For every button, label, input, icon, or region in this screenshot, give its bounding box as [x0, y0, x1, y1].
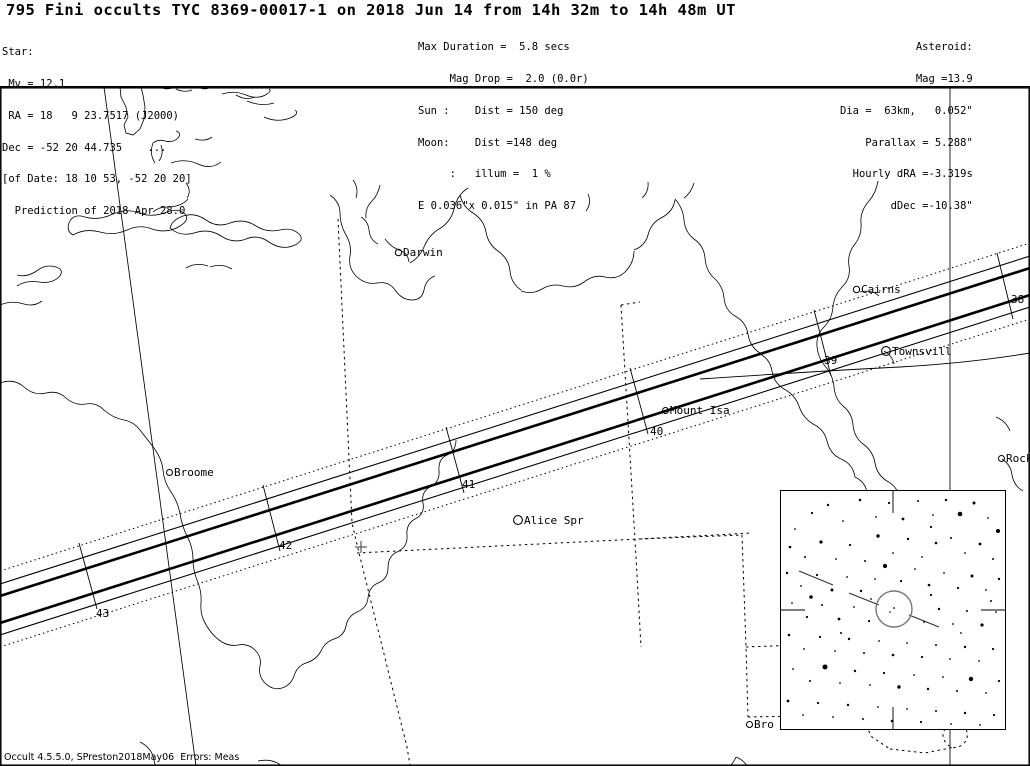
city-name: Darwin [403, 246, 443, 259]
city-name: Mount Isa [670, 404, 730, 417]
max-duration: Max Duration = 5.8 secs [418, 41, 570, 54]
occultation-prediction-page: 795 Fini occults TYC 8369-00017-1 on 201… [0, 0, 1030, 766]
city-rockhampton: Rock [997, 453, 1030, 464]
city-dot-icon [998, 455, 1005, 462]
time-mark-43: 43 [96, 607, 110, 620]
page-title: 795 Fini occults TYC 8369-00017-1 on 201… [6, 1, 736, 19]
coastline-indonesia [0, 87, 302, 306]
city-name: Rock [1006, 452, 1030, 465]
city-broome: Broome [165, 467, 214, 478]
city-dot-icon [513, 515, 523, 525]
asteroid-heading: Asteroid: [915, 41, 973, 54]
australia-coastline [0, 380, 457, 690]
inset-svg [781, 491, 1005, 729]
city-broken-hill: Bro [745, 719, 774, 730]
time-mark-41: 41 [462, 478, 476, 491]
star-heading: Star: [2, 46, 34, 59]
city-dot-icon [394, 248, 403, 257]
time-mark-39: 39 [824, 354, 838, 367]
asteroid-magnitude: Mag =13.9 [915, 72, 973, 85]
footer-credit: Occult 4.5.5.0, SPreston2018May06 Errors… [4, 752, 240, 763]
city-dot-icon [166, 469, 173, 476]
city-townsville: Townsvill [880, 345, 952, 357]
mag-drop: Mag Drop = 2.0 (0.0r) [418, 72, 589, 85]
city-name: Alice Spr [524, 514, 584, 527]
city-mount-isa: Mount Isa [661, 405, 730, 416]
time-mark-38: 38 [1011, 293, 1025, 306]
city-dot-icon [746, 721, 753, 728]
city-name: Cairns [861, 283, 901, 296]
city-dot-icon [881, 346, 891, 356]
city-name: Townsvill [892, 345, 952, 358]
city-dot-icon [662, 407, 669, 414]
header-panel: 795 Fini occults TYC 8369-00017-1 on 201… [0, 0, 1030, 216]
city-dot-icon [852, 285, 861, 294]
city-name: Broome [174, 466, 214, 479]
city-cairns: Cairns [852, 284, 901, 295]
city-darwin: Darwin [394, 247, 443, 258]
time-mark-42: 42 [279, 539, 293, 552]
city-alice-springs: Alice Spr [512, 514, 584, 526]
time-mark-40: 40 [650, 425, 664, 438]
city-name: Bro [754, 718, 774, 731]
star-field-inset[interactable] [780, 490, 1006, 730]
